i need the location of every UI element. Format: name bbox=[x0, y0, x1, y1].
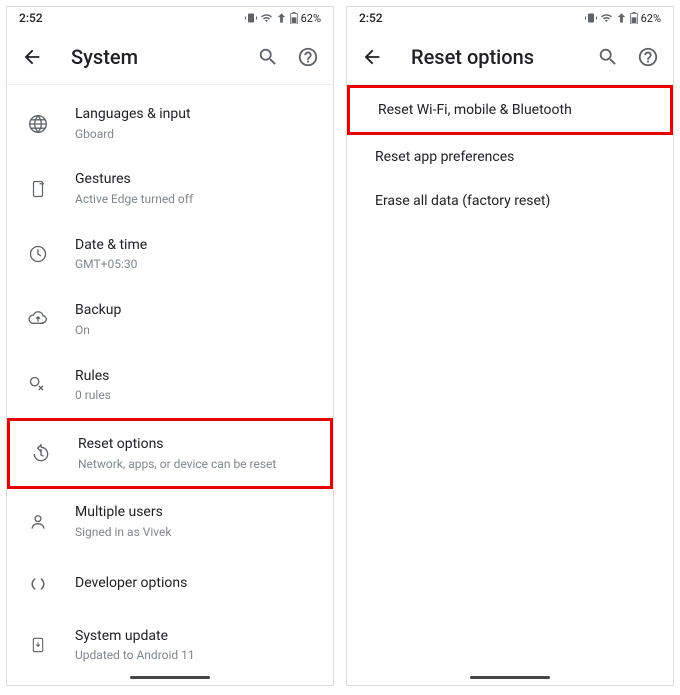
item-multiple-users[interactable]: Multiple users Signed in as Vivek bbox=[7, 489, 333, 554]
page-title: System bbox=[71, 45, 229, 69]
item-sub: Updated to Android 11 bbox=[75, 647, 317, 664]
vibrate-icon bbox=[585, 12, 597, 24]
item-reset-wifi[interactable]: Reset Wi-Fi, mobile & Bluetooth bbox=[347, 85, 673, 135]
item-system-update[interactable]: System update Updated to Android 11 bbox=[7, 613, 333, 678]
battery-icon bbox=[290, 12, 298, 24]
item-reset-options[interactable]: Reset options Network, apps, or device c… bbox=[7, 418, 333, 489]
item-gestures[interactable]: Gestures Active Edge turned off bbox=[7, 156, 333, 221]
item-developer-options[interactable]: Developer options bbox=[7, 555, 333, 613]
item-title: Reset Wi-Fi, mobile & Bluetooth bbox=[378, 102, 572, 118]
back-icon[interactable] bbox=[361, 46, 383, 68]
reset-list: Reset Wi-Fi, mobile & Bluetooth Reset ap… bbox=[347, 85, 673, 223]
cloud-upload-icon bbox=[27, 309, 49, 331]
status-bar: 2:52 62% bbox=[7, 7, 333, 29]
nav-indicator[interactable] bbox=[130, 676, 210, 679]
search-icon[interactable] bbox=[257, 46, 279, 68]
item-sub: Gboard bbox=[75, 126, 317, 143]
item-factory-reset[interactable]: Erase all data (factory reset) bbox=[347, 179, 673, 223]
wifi-icon bbox=[600, 12, 613, 24]
item-title: Date & time bbox=[75, 236, 317, 256]
status-icons: 62% bbox=[245, 12, 321, 25]
item-title: System update bbox=[75, 627, 317, 647]
item-backup[interactable]: Backup On bbox=[7, 287, 333, 352]
item-title: Erase all data (factory reset) bbox=[375, 193, 550, 209]
phone-icon bbox=[27, 178, 49, 200]
user-icon bbox=[27, 511, 49, 533]
item-languages-input[interactable]: Languages & input Gboard bbox=[7, 91, 333, 156]
rules-icon bbox=[27, 374, 49, 396]
item-title: Reset options bbox=[78, 435, 314, 455]
back-icon[interactable] bbox=[21, 46, 43, 68]
status-time: 2:52 bbox=[19, 11, 43, 25]
data-icon bbox=[276, 12, 287, 24]
reset-icon bbox=[30, 443, 52, 465]
item-title: Backup bbox=[75, 301, 317, 321]
search-icon[interactable] bbox=[597, 46, 619, 68]
item-sub: 0 rules bbox=[75, 387, 317, 404]
data-icon bbox=[616, 12, 627, 24]
item-rules[interactable]: Rules 0 rules bbox=[7, 353, 333, 418]
phone-reset-options: 2:52 62% Reset options Reset Wi-Fi, mobi… bbox=[346, 6, 674, 686]
status-icons: 62% bbox=[585, 12, 661, 25]
settings-list: Languages & input Gboard Gestures Active… bbox=[7, 85, 333, 684]
item-sub: Network, apps, or device can be reset bbox=[78, 456, 314, 473]
clock-icon bbox=[27, 243, 49, 265]
item-reset-app-prefs[interactable]: Reset app preferences bbox=[347, 135, 673, 179]
item-title: Developer options bbox=[75, 574, 317, 594]
globe-icon bbox=[27, 113, 49, 135]
status-time: 2:52 bbox=[359, 11, 383, 25]
item-title: Languages & input bbox=[75, 105, 317, 125]
item-sub: Signed in as Vivek bbox=[75, 524, 317, 541]
item-title: Rules bbox=[75, 367, 317, 387]
battery-percentage: 62% bbox=[641, 12, 661, 25]
wifi-icon bbox=[260, 12, 273, 24]
header: Reset options bbox=[347, 29, 673, 85]
system-update-icon bbox=[27, 634, 49, 656]
header: System bbox=[7, 29, 333, 85]
item-sub: Active Edge turned off bbox=[75, 191, 317, 208]
item-date-time[interactable]: Date & time GMT+05:30 bbox=[7, 222, 333, 287]
item-title: Multiple users bbox=[75, 503, 317, 523]
item-sub: On bbox=[75, 322, 317, 339]
battery-percentage: 62% bbox=[301, 12, 321, 25]
battery-icon bbox=[630, 12, 638, 24]
item-title: Reset app preferences bbox=[375, 149, 514, 165]
help-icon[interactable] bbox=[297, 46, 319, 68]
help-icon[interactable] bbox=[637, 46, 659, 68]
page-title: Reset options bbox=[411, 45, 569, 69]
nav-indicator[interactable] bbox=[470, 676, 550, 679]
item-sub: GMT+05:30 bbox=[75, 256, 317, 273]
item-title: Gestures bbox=[75, 170, 317, 190]
code-icon bbox=[27, 573, 49, 595]
phone-system: 2:52 62% System Langu bbox=[6, 6, 334, 686]
status-bar: 2:52 62% bbox=[347, 7, 673, 29]
vibrate-icon bbox=[245, 12, 257, 24]
